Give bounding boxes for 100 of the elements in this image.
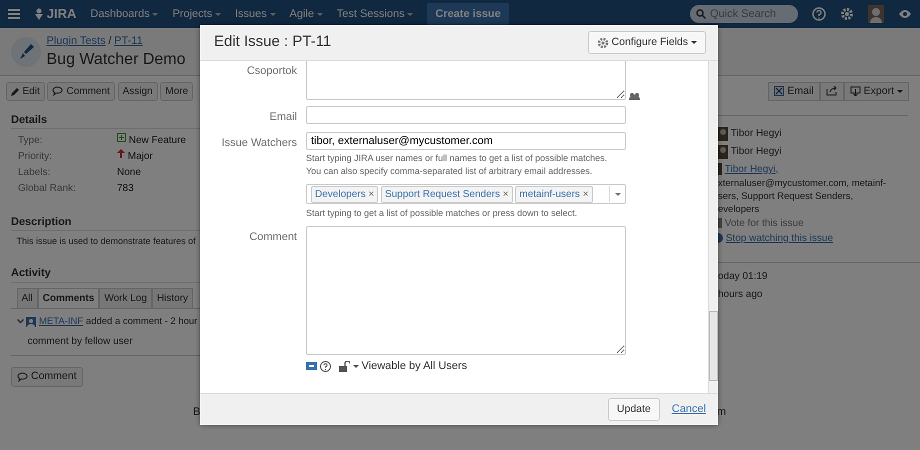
edit-button[interactable]: Edit [6, 82, 45, 100]
group-tag[interactable]: metainf-users [519, 186, 580, 202]
avatar-icon [718, 126, 728, 141]
editor-toggle-icon[interactable] [306, 362, 317, 370]
cancel-link[interactable]: Cancel [672, 401, 706, 418]
section-heading: Activity [11, 265, 200, 282]
share-button[interactable] [820, 82, 844, 102]
padlock-icon [339, 360, 350, 372]
download-icon [850, 86, 861, 96]
settings-icon [596, 36, 609, 48]
section-heading: Description [11, 214, 200, 231]
field-value: None [117, 166, 141, 180]
rocket-icon [11, 36, 41, 66]
speech-bubble-icon [17, 372, 28, 382]
visibility-dropdown[interactable]: Viewable by All Users [339, 358, 468, 374]
comment-meta: added a comment - 2 hour [86, 314, 198, 328]
activity-tab[interactable]: All [16, 288, 38, 308]
watchers-field[interactable]: tibor, externaluser@mycustomer.com [306, 132, 626, 150]
stop-watching-link[interactable]: Stop watching this issue [726, 230, 834, 246]
watcher-link[interactable]: Tibor Hegyi, [724, 162, 778, 177]
help-text: Start typing to get a list of possible matches or press down to select. [306, 207, 578, 220]
help-icon[interactable] [320, 360, 331, 372]
export-button[interactable]: Export [844, 82, 909, 102]
activity-tab[interactable]: Comments [38, 288, 100, 308]
scrollbar[interactable] [708, 61, 718, 393]
field-label: Comment [248, 230, 297, 245]
group-select-field[interactable]: Developers × Support Request Senders × metainf-users × [306, 184, 626, 204]
watcher-text: xternaluser@mycustomer.com, metainf- [718, 176, 888, 190]
configure-fields-button[interactable]: Configure Fields [588, 30, 706, 54]
envelope-icon [774, 86, 784, 96]
caret-icon [316, 12, 323, 16]
eye-icon[interactable] [898, 9, 912, 19]
chevron-down-icon[interactable] [16, 319, 24, 324]
remove-icon[interactable]: × [582, 186, 589, 202]
comment-button[interactable]: Comment [11, 366, 83, 386]
group-tag[interactable]: Developers [315, 186, 366, 202]
logo-icon [34, 8, 44, 20]
vote-text: Vote for this issue [724, 216, 804, 231]
description-text: This issue is used to demonstrate features of [16, 235, 197, 248]
group-tag[interactable]: Support Request Senders [384, 186, 500, 202]
caret-icon [407, 12, 414, 16]
field-label: Csoportok [246, 64, 297, 79]
nav-menu[interactable]: Dashboards [90, 6, 158, 22]
caret-icon [270, 12, 276, 16]
plus-square-icon [117, 133, 126, 142]
share-icon [826, 86, 838, 96]
help-text: Start typing JIRA user names or full names to get a list of possible matches. [306, 152, 608, 166]
caret-icon [152, 12, 158, 16]
field-value: 783 [117, 182, 134, 196]
nav-menu[interactable]: Agile [290, 6, 323, 22]
user-avatar-icon [26, 316, 36, 327]
create-issue-button[interactable]: Create issue [427, 2, 509, 26]
field-label: Issue Watchers [220, 136, 297, 150]
person-name: Tibor Hegyi [730, 145, 782, 159]
menu-icon[interactable] [8, 9, 20, 19]
avatar-icon [718, 144, 728, 158]
activity-tab[interactable]: History [152, 288, 194, 308]
date-text: hours ago [718, 288, 764, 302]
field-label: Global Rank: [18, 182, 77, 196]
breadcrumb-separator: / [108, 34, 112, 50]
field-value: Major [128, 150, 153, 164]
caret-icon [214, 12, 221, 16]
watch-icon [718, 233, 723, 244]
toolbar-button[interactable]: More [160, 82, 194, 100]
caret-icon[interactable] [615, 192, 621, 196]
nav-menu[interactable]: Issues [234, 6, 276, 22]
nav-menu[interactable]: Projects [172, 6, 221, 22]
section-heading: Details [11, 112, 200, 129]
field-label: Email [268, 110, 297, 125]
email-button[interactable]: Email [768, 82, 820, 102]
speech-bubble-icon [52, 86, 64, 96]
field-label: Type: [18, 134, 44, 148]
remove-icon[interactable]: × [368, 186, 374, 202]
pencil-icon [10, 86, 20, 96]
person-name: Tibor Hegyi [730, 127, 782, 142]
caret-icon [897, 90, 903, 93]
field-label: Priority: [18, 150, 53, 164]
field-value: New Feature [128, 134, 186, 148]
group-picker-icon[interactable] [628, 92, 640, 100]
nav-menu[interactable]: Test Sessions [336, 6, 414, 22]
logo[interactable]: JIRA [34, 4, 76, 24]
date-text: oday 01:19 [718, 270, 768, 284]
watcher-text: sers, Support Request Senders, [718, 190, 854, 203]
avatar-icon [718, 163, 722, 176]
email-field[interactable] [306, 106, 626, 124]
update-button[interactable]: Update [608, 398, 660, 422]
issue-title: Bug Watcher Demo [46, 50, 186, 70]
vote-icon [718, 218, 722, 228]
search-field[interactable]: Quick Search [690, 5, 798, 23]
comment-button[interactable]: Comment [47, 82, 115, 100]
avatar-icon[interactable] [868, 5, 884, 23]
breadcrumb-link[interactable]: PT-11 [114, 33, 143, 50]
search-icon [696, 9, 706, 19]
breadcrumb-link[interactable]: Plugin Tests [46, 33, 106, 50]
settings-icon[interactable] [840, 7, 854, 21]
author-link[interactable]: META-INF [39, 314, 84, 329]
field-label: Labels: [18, 166, 52, 180]
remove-icon[interactable]: × [502, 186, 509, 202]
toolbar-button[interactable]: Assign [118, 82, 158, 100]
activity-tab[interactable]: Work Log [99, 288, 152, 308]
